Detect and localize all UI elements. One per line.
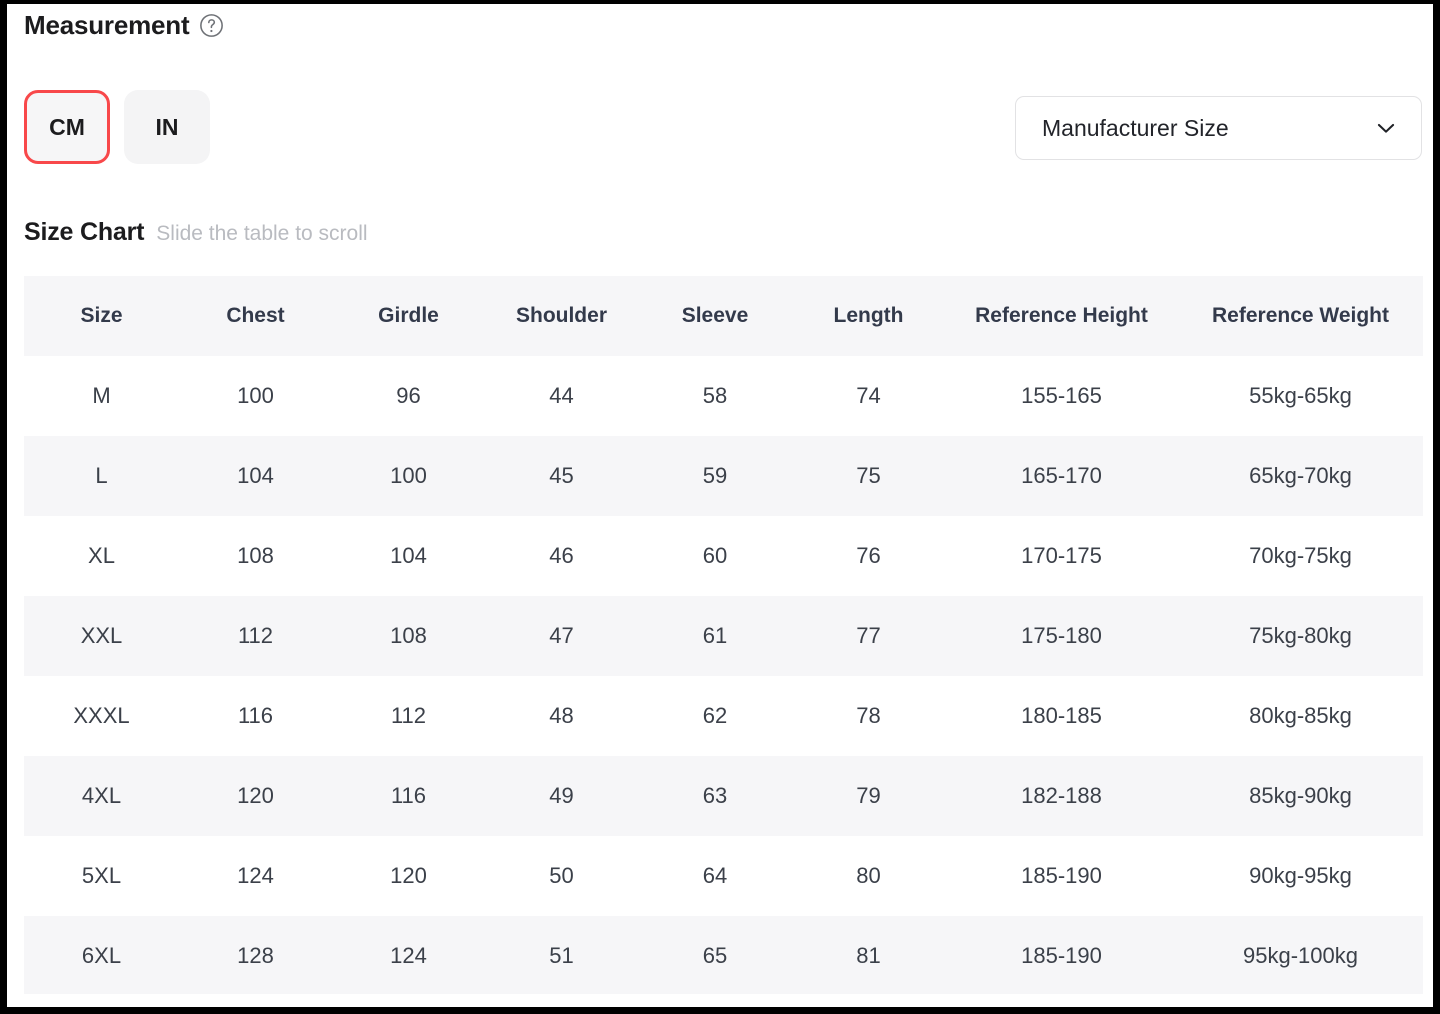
cell-size: 6XL [81, 943, 122, 968]
cell-sleeve: 65 [702, 943, 728, 968]
cell-girdle: 124 [390, 943, 427, 968]
cell-reference-weight: 85kg-90kg [1249, 783, 1352, 808]
cell-size: L [95, 463, 108, 488]
cell-chest: 124 [237, 863, 274, 888]
cell-reference-weight: 70kg-75kg [1249, 543, 1352, 568]
cell-reference-weight: 75kg-80kg [1249, 623, 1352, 648]
cell-girdle: 104 [390, 543, 427, 568]
cell-sleeve: 64 [702, 863, 728, 888]
cell-sleeve: 61 [702, 623, 728, 648]
cell-size: 4XL [81, 783, 122, 808]
cell-reference-height: 182-188 [1021, 783, 1102, 808]
table-row: 5XL 124 120 50 64 80 185-190 90kg-95kg [24, 836, 1423, 916]
cell-length: 79 [856, 783, 881, 808]
unit-toggle-group: CM IN [24, 90, 210, 164]
cell-length: 76 [856, 543, 881, 568]
cell-reference-height: 165-170 [1021, 463, 1102, 488]
table-row: 4XL 120 116 49 63 79 182-188 85kg-90kg [24, 756, 1423, 836]
cell-reference-height: 185-190 [1021, 863, 1102, 888]
cell-shoulder: 50 [549, 863, 574, 888]
column-header-sleeve: Sleeve [681, 304, 749, 327]
cell-girdle: 108 [390, 623, 427, 648]
cell-reference-weight: 55kg-65kg [1249, 383, 1352, 408]
table-row: XL 108 104 46 60 76 170-175 70kg-75kg [24, 516, 1423, 596]
cell-girdle: 116 [390, 783, 427, 808]
cell-chest: 100 [237, 383, 274, 408]
cell-girdle: 120 [390, 863, 427, 888]
cell-reference-height: 185-190 [1021, 943, 1102, 968]
column-header-length: Length [833, 304, 904, 327]
cell-sleeve: 62 [702, 703, 728, 728]
column-header-reference-height: Reference Height [975, 304, 1148, 327]
cell-shoulder: 46 [549, 543, 574, 568]
table-row: M 100 96 44 58 74 155-165 55kg-65kg [24, 356, 1423, 436]
cell-reference-height: 180-185 [1021, 703, 1102, 728]
size-chart-scroll-hint: Slide the table to scroll [156, 222, 368, 245]
cell-length: 78 [856, 703, 881, 728]
size-guide-panel: Measurement CM IN Manufacturer Size Size… [7, 4, 1433, 1007]
cell-length: 74 [856, 383, 881, 408]
cell-sleeve: 59 [702, 463, 728, 488]
cell-reference-weight: 80kg-85kg [1249, 703, 1352, 728]
table-row: 6XL 128 124 51 65 81 185-190 95kg-100kg [24, 916, 1423, 994]
cell-chest: 120 [237, 783, 274, 808]
size-type-select[interactable]: Manufacturer Size [1015, 96, 1422, 160]
column-header-girdle: Girdle [378, 304, 439, 327]
cell-length: 77 [856, 623, 881, 648]
cell-girdle: 100 [390, 463, 427, 488]
cell-size: M [92, 383, 111, 408]
cell-reference-weight: 65kg-70kg [1249, 463, 1352, 488]
chevron-down-icon [1373, 115, 1399, 141]
cell-shoulder: 44 [549, 383, 574, 408]
table-row: XXL 112 108 47 61 77 175-180 75kg-80kg [24, 596, 1423, 676]
cell-girdle: 96 [396, 383, 421, 408]
cell-size: XL [88, 543, 115, 568]
cell-chest: 128 [237, 943, 274, 968]
unit-button-cm[interactable]: CM [24, 90, 110, 164]
cell-length: 75 [856, 463, 881, 488]
size-chart-title: Size Chart [24, 218, 145, 246]
page-title: Measurement [24, 10, 190, 40]
table-header-row: Size Chest Girdle Shoulder Sleeve Length Refer… [24, 276, 1423, 356]
cell-shoulder: 49 [549, 783, 574, 808]
column-header-chest: Chest [226, 304, 285, 327]
cell-reference-weight: 95kg-100kg [1243, 943, 1358, 968]
unit-button-in[interactable]: IN [124, 90, 210, 164]
cell-shoulder: 47 [549, 623, 574, 648]
table-body: M 100 96 44 58 74 155-165 55kg-65kg L 104 100 45 59 7… [24, 356, 1423, 994]
table-row: XXXL 116 112 48 62 78 180-185 80kg-85kg [24, 676, 1423, 756]
cell-reference-height: 155-165 [1021, 383, 1102, 408]
cell-sleeve: 63 [702, 783, 728, 808]
cell-length: 81 [856, 943, 881, 968]
size-chart-table-scroll[interactable]: Size Chest Girdle Shoulder Sleeve Length Refer… [24, 276, 1423, 994]
cell-length: 80 [856, 863, 881, 888]
column-header-size: Size [80, 304, 123, 327]
cell-chest: 104 [237, 463, 274, 488]
cell-size: XXL [80, 623, 123, 648]
size-type-select-value: Manufacturer Size [1042, 114, 1229, 141]
cell-sleeve: 58 [702, 383, 728, 408]
cell-reference-height: 175-180 [1021, 623, 1102, 648]
question-circle-icon[interactable] [199, 13, 224, 38]
column-header-shoulder: Shoulder [515, 304, 607, 327]
cell-reference-height: 170-175 [1021, 543, 1102, 568]
table-header: Size Chest Girdle Shoulder Sleeve Length Refer… [24, 276, 1423, 356]
cell-size: XXXL [73, 703, 130, 728]
cell-shoulder: 45 [549, 463, 574, 488]
cell-size: 5XL [81, 863, 122, 888]
cell-shoulder: 51 [549, 943, 574, 968]
cell-sleeve: 60 [702, 543, 728, 568]
size-chart-table: Size Chest Girdle Shoulder Sleeve Length Refer… [24, 276, 1423, 994]
cell-reference-weight: 90kg-95kg [1249, 863, 1352, 888]
table-row: L 104 100 45 59 75 165-170 65kg-70kg [24, 436, 1423, 516]
size-chart-header: Size Chart Slide the table to scroll [24, 218, 368, 247]
cell-girdle: 112 [390, 703, 427, 728]
column-header-reference-weight: Reference Weight [1212, 304, 1389, 327]
cell-chest: 108 [237, 543, 274, 568]
cell-shoulder: 48 [549, 703, 574, 728]
cell-chest: 116 [237, 703, 274, 728]
measurement-header: Measurement [24, 12, 224, 38]
cell-chest: 112 [237, 623, 274, 648]
